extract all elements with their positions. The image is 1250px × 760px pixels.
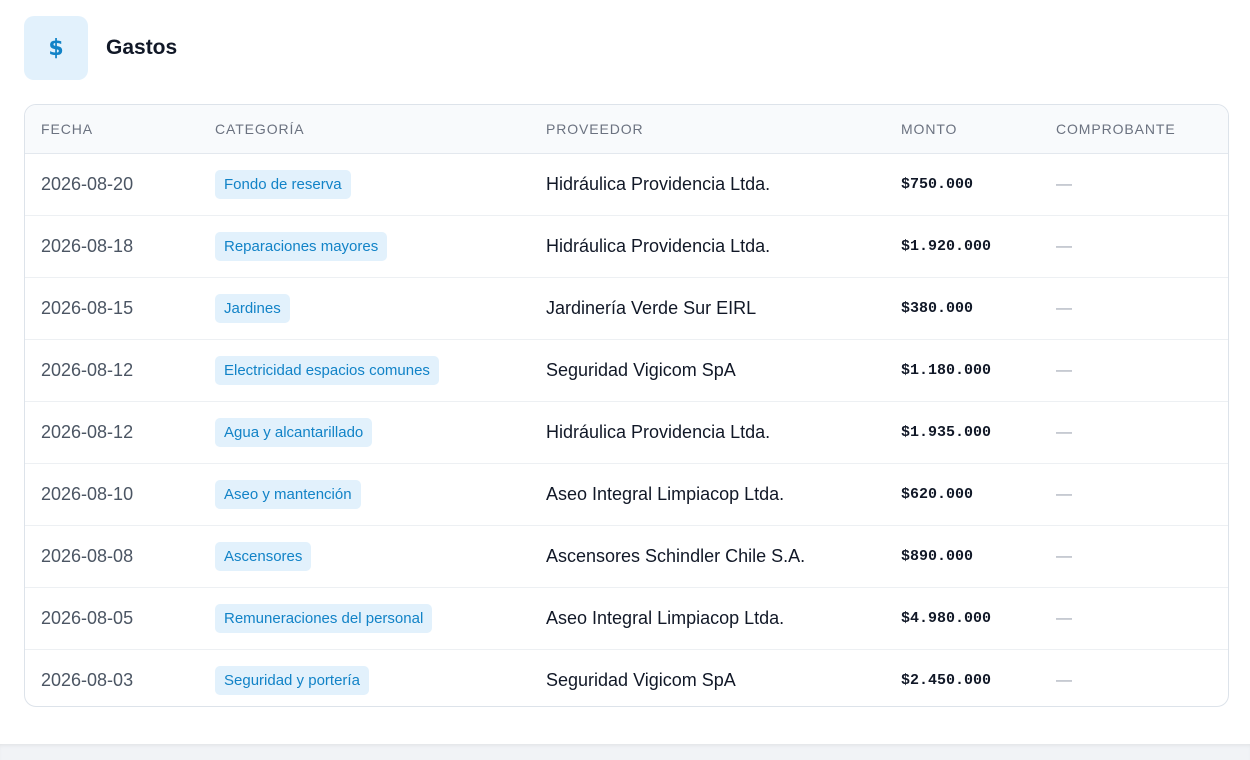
provider-cell: Seguridad Vigicom SpA bbox=[546, 360, 736, 380]
amount-cell: $750.000 bbox=[901, 176, 974, 193]
table-row[interactable]: 2026-08-05 Remuneraciones del personal Ase… bbox=[25, 588, 1228, 650]
amount-cell: $620.000 bbox=[901, 486, 974, 503]
column-header-fecha[interactable]: FECHA bbox=[41, 105, 93, 153]
receipt-cell: — bbox=[1056, 547, 1072, 565]
category-badge: Seguridad y portería bbox=[215, 666, 369, 695]
date-cell: 2026-08-03 bbox=[41, 670, 134, 690]
category-badge: Electricidad espacios comunes bbox=[215, 356, 439, 385]
table-body: 2026-08-20 Fondo de reserva Hidráulica Pro… bbox=[25, 154, 1228, 706]
date-cell: 2026-08-15 bbox=[41, 298, 134, 318]
date-cell: 2026-08-12 bbox=[41, 360, 134, 380]
provider-cell: Ascensores Schindler Chile S.A. bbox=[546, 546, 806, 566]
date-cell: 2026-08-12 bbox=[41, 422, 134, 442]
category-cell: Reparaciones mayores bbox=[215, 216, 388, 277]
category-cell: Fondo de reserva bbox=[215, 154, 351, 215]
table-row[interactable]: 2026-08-15 Jardines Jardinería Verde Sur E… bbox=[25, 278, 1228, 340]
receipt-cell: — bbox=[1056, 609, 1072, 627]
amount-cell: $1.935.000 bbox=[901, 424, 992, 441]
receipt-cell: — bbox=[1056, 175, 1072, 193]
table-row[interactable]: 2026-08-12 Agua y alcantarillado Hidráulic… bbox=[25, 402, 1228, 464]
receipt-cell: — bbox=[1056, 485, 1072, 503]
column-header-comprobante[interactable]: COMPROBANTE bbox=[1056, 105, 1176, 153]
date-cell: 2026-08-20 bbox=[41, 174, 134, 194]
date-cell: 2026-08-05 bbox=[41, 608, 134, 628]
category-badge: Ascensores bbox=[215, 542, 312, 571]
category-badge: Jardines bbox=[215, 294, 290, 323]
date-cell: 2026-08-10 bbox=[41, 484, 134, 504]
category-badge: Remuneraciones del personal bbox=[215, 604, 433, 633]
date-cell: 2026-08-18 bbox=[41, 236, 134, 256]
column-header-monto[interactable]: MONTO bbox=[901, 105, 957, 153]
column-header-categoria[interactable]: CATEGORÍA bbox=[215, 105, 305, 153]
amount-cell: $4.980.000 bbox=[901, 610, 992, 627]
amount-cell: $1.180.000 bbox=[901, 362, 992, 379]
receipt-cell: — bbox=[1056, 361, 1072, 379]
amount-cell: $380.000 bbox=[901, 300, 974, 317]
provider-cell: Aseo Integral Limpiacop Ltda. bbox=[546, 484, 785, 504]
table-row[interactable]: 2026-08-18 Reparaciones mayores Hidráulica… bbox=[25, 216, 1228, 278]
table-row[interactable]: 2026-08-12 Electricidad espacios comunes S… bbox=[25, 340, 1228, 402]
amount-cell: $2.450.000 bbox=[901, 672, 992, 689]
bottom-edge bbox=[0, 744, 1250, 760]
category-cell: Seguridad y portería bbox=[215, 650, 369, 706]
receipt-cell: — bbox=[1056, 299, 1072, 317]
category-cell: Agua y alcantarillado bbox=[215, 402, 373, 463]
category-cell: Remuneraciones del personal bbox=[215, 588, 433, 649]
date-cell: 2026-08-08 bbox=[41, 546, 134, 566]
expenses-table: FECHA CATEGORÍA PROVEEDOR MONTO COMPROBA… bbox=[24, 104, 1229, 707]
table-row[interactable]: 2026-08-03 Seguridad y portería Seguridad … bbox=[25, 650, 1228, 706]
category-badge: Reparaciones mayores bbox=[215, 232, 388, 261]
category-cell: Electricidad espacios comunes bbox=[215, 340, 439, 401]
receipt-cell: — bbox=[1056, 423, 1072, 441]
table-header: FECHA CATEGORÍA PROVEEDOR MONTO COMPROBA… bbox=[25, 105, 1228, 154]
category-badge: Aseo y mantención bbox=[215, 480, 361, 509]
category-cell: Ascensores bbox=[215, 526, 312, 587]
provider-cell: Hidráulica Providencia Ltda. bbox=[546, 422, 771, 442]
category-cell: Aseo y mantención bbox=[215, 464, 361, 525]
dollar-icon: $ bbox=[24, 16, 88, 80]
page-title: Gastos bbox=[106, 36, 178, 59]
page-header: $ Gastos bbox=[24, 16, 177, 80]
receipt-cell: — bbox=[1056, 671, 1072, 689]
provider-cell: Aseo Integral Limpiacop Ltda. bbox=[546, 608, 785, 628]
provider-cell: Seguridad Vigicom SpA bbox=[546, 670, 736, 690]
category-cell: Jardines bbox=[215, 278, 290, 339]
category-badge: Fondo de reserva bbox=[215, 170, 351, 199]
provider-cell: Hidráulica Providencia Ltda. bbox=[546, 236, 771, 256]
amount-cell: $1.920.000 bbox=[901, 238, 992, 255]
receipt-cell: — bbox=[1056, 237, 1072, 255]
provider-cell: Hidráulica Providencia Ltda. bbox=[546, 174, 771, 194]
table-row[interactable]: 2026-08-10 Aseo y mantención Aseo Integral… bbox=[25, 464, 1228, 526]
table-row[interactable]: 2026-08-08 Ascensores Ascensores Schindler… bbox=[25, 526, 1228, 588]
column-header-proveedor[interactable]: PROVEEDOR bbox=[546, 105, 644, 153]
amount-cell: $890.000 bbox=[901, 548, 974, 565]
table-row[interactable]: 2026-08-20 Fondo de reserva Hidráulica Pro… bbox=[25, 154, 1228, 216]
category-badge: Agua y alcantarillado bbox=[215, 418, 373, 447]
provider-cell: Jardinería Verde Sur EIRL bbox=[546, 298, 757, 318]
